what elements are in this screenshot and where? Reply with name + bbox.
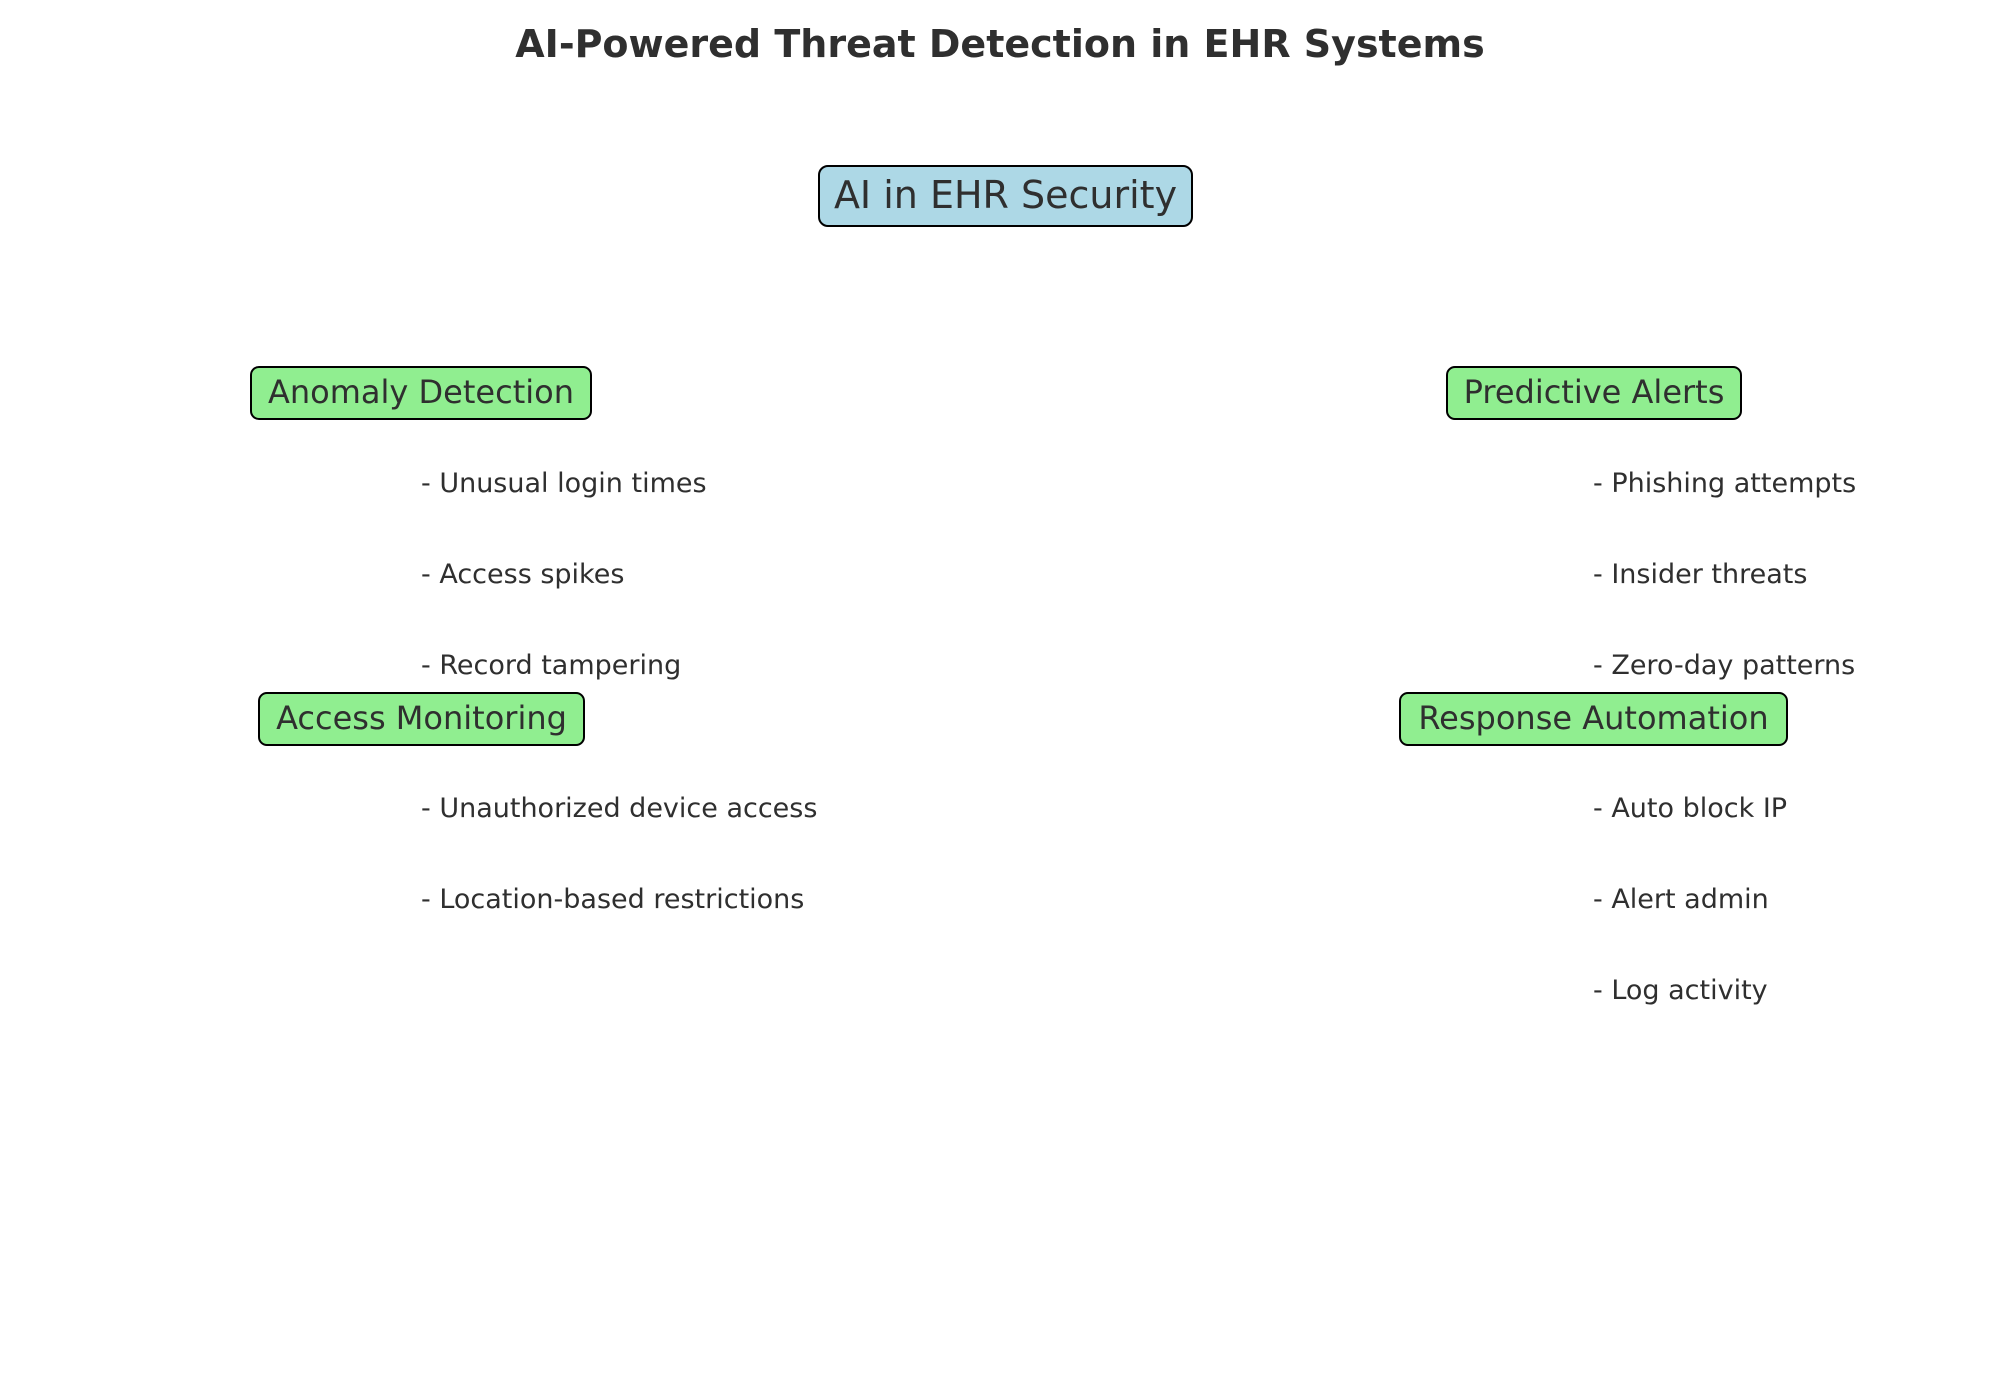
root-node: AI in EHR Security: [818, 165, 1193, 227]
list-item: - Insider threats: [1593, 559, 1808, 590]
list-item: - Access spikes: [421, 559, 625, 590]
list-item: - Location-based restrictions: [421, 884, 805, 915]
list-item: - Phishing attempts: [1593, 468, 1857, 499]
branch-label-response-automation: Response Automation: [1399, 692, 1788, 746]
diagram-title: AI-Powered Threat Detection in EHR Syste…: [515, 22, 1485, 66]
branch-label-predictive-alerts: Predictive Alerts: [1446, 366, 1742, 420]
list-item: - Unusual login times: [421, 468, 707, 499]
branch-label-access-monitoring: Access Monitoring: [258, 692, 585, 746]
list-item: - Alert admin: [1593, 884, 1769, 915]
list-item: - Zero-day patterns: [1593, 650, 1856, 681]
list-item: - Auto block IP: [1593, 793, 1788, 824]
list-item: - Log activity: [1593, 975, 1768, 1006]
branch-label-anomaly-detection: Anomaly Detection: [250, 366, 592, 420]
list-item: - Record tampering: [421, 650, 682, 681]
list-item: - Unauthorized device access: [421, 793, 818, 824]
